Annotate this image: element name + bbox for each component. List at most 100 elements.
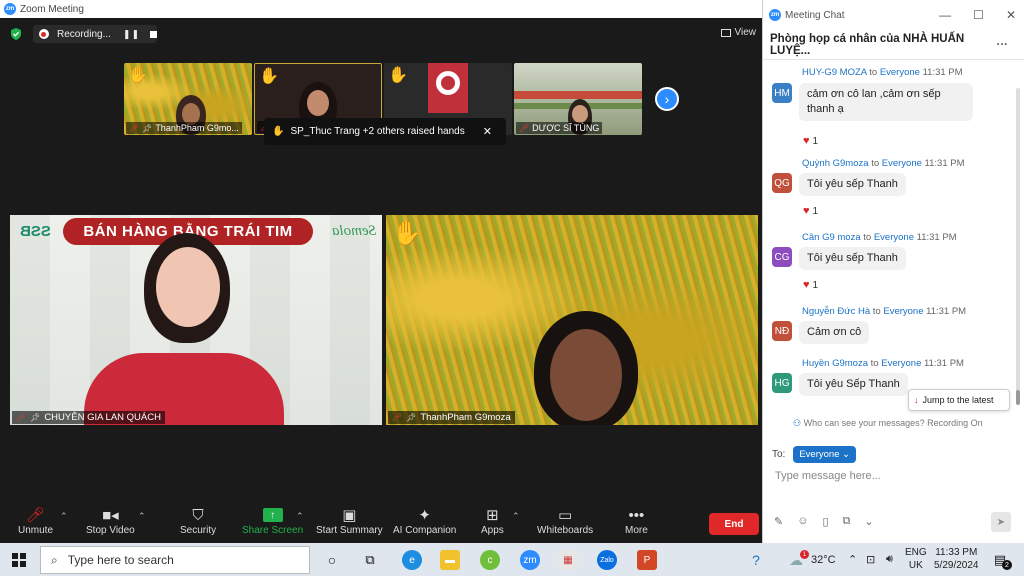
summary-icon: ▣ xyxy=(342,507,357,524)
more-options-icon[interactable]: ··· xyxy=(997,39,1009,51)
temperature[interactable]: 32°C xyxy=(811,543,836,576)
send-icon: ➤ xyxy=(996,516,1006,528)
close-icon[interactable]: ✕ xyxy=(483,125,492,138)
share-screen-button[interactable]: ↑ Share Screen xyxy=(242,505,303,536)
powerpoint-icon[interactable]: P xyxy=(637,550,657,570)
avatar: HG xyxy=(772,373,792,393)
pin-icon: 📌︎ xyxy=(30,413,41,422)
reaction[interactable]: ♥ 1 xyxy=(803,135,818,147)
zoom-app-icon[interactable]: zm xyxy=(520,550,540,570)
screenshot-icon[interactable]: ⧉ xyxy=(843,515,851,528)
cortana-icon[interactable]: ○ xyxy=(322,550,342,570)
end-meeting-button[interactable]: End xyxy=(709,513,759,535)
recording-dot-icon xyxy=(39,29,49,39)
message-meta: Quỳnh G9moza to Everyone 11:31 PM xyxy=(802,158,965,169)
message-meta: Huyền G9moza to Everyone 11:31 PM xyxy=(802,358,964,369)
pin-icon: 📌︎ xyxy=(406,413,417,422)
participant-thumbnail[interactable]: 🎤︎ DƯỢC SĨ TÙNG xyxy=(514,63,642,135)
file-icon[interactable]: ▯ xyxy=(822,515,828,528)
close-icon[interactable]: ✕ xyxy=(1006,8,1016,22)
chat-message-list[interactable]: HM HUY-G9 MOZA to Everyone 11:31 PM cảm … xyxy=(763,62,1013,412)
unmute-button[interactable]: 🎤︎ Unmute xyxy=(18,505,53,536)
sparkle-icon: ✦ xyxy=(418,507,431,524)
edge-icon[interactable]: e xyxy=(402,550,422,570)
more-button[interactable]: ••• More xyxy=(625,505,648,537)
jump-to-latest-button[interactable]: ↓ Jump to the latest xyxy=(908,389,1010,411)
grid-app-icon[interactable]: ▦ xyxy=(558,550,578,570)
chat-tools: ✎ ☺ ▯ ⧉ ⌄ xyxy=(774,515,874,528)
raised-hand-icon: ✋ xyxy=(388,67,408,84)
raised-hand-icon: ✋ xyxy=(128,67,148,84)
shield-icon: ⛉ xyxy=(192,506,204,524)
security-button[interactable]: ⛉ Security xyxy=(180,505,216,537)
recording-label: Recording... xyxy=(56,28,111,40)
participant-thumbnail[interactable]: ✋ 🎤︎ 📌︎ ThanhPham G9mo... xyxy=(124,63,252,135)
chat-scrollbar-thumb[interactable] xyxy=(1016,390,1020,405)
windows-start-icon[interactable] xyxy=(12,553,26,567)
participant-name-label: 🎤︎ 📌︎ ThanhPham G9moza xyxy=(388,411,515,424)
ai-companion-button[interactable]: ✦ AI Companion xyxy=(393,505,456,536)
apps-button[interactable]: ⊞ Apps xyxy=(481,505,504,536)
next-page-button[interactable]: › xyxy=(655,87,679,111)
raised-hands-notification[interactable]: ✋ SP_Thuc Trang +2 others raised hands ✕ xyxy=(264,118,506,145)
send-button[interactable]: ➤ xyxy=(991,512,1011,532)
chevron-right-icon: › xyxy=(664,91,670,107)
file-explorer-icon[interactable]: ▬ xyxy=(440,550,460,570)
start-summary-button[interactable]: ▣ Start Summary xyxy=(316,505,383,536)
meeting-topbar: Recording... ❚❚ View xyxy=(0,23,762,45)
chat-scrollbar[interactable] xyxy=(1016,88,1020,398)
view-button[interactable]: View xyxy=(720,27,756,38)
message-input[interactable]: Type message here... xyxy=(775,470,881,482)
avatar: CG xyxy=(772,247,792,267)
chevron-up-icon[interactable]: ⌃ xyxy=(138,511,146,522)
whiteboard-icon: ▭ xyxy=(557,507,573,524)
zoom-logo-icon: zm xyxy=(769,9,781,21)
raised-hand-icon: ✋ xyxy=(392,220,422,247)
stop-video-button[interactable]: ■◂ Stop Video xyxy=(86,505,135,536)
meeting-chat-window: zm Meeting Chat — ☐ ✕ Phòng họp cá nhân … xyxy=(762,0,1024,543)
zoom-meeting-window: zm Zoom Meeting Recording... ❚❚ View ✋ 🎤… xyxy=(0,0,762,543)
chevron-up-icon[interactable]: ⌃ xyxy=(848,543,857,576)
language-indicator[interactable]: ENG UK xyxy=(905,546,927,572)
maximize-icon[interactable]: ☐ xyxy=(973,8,984,22)
raised-hands-text: SP_Thuc Trang +2 others raised hands xyxy=(290,126,465,137)
zalo-icon[interactable]: Zalo xyxy=(597,550,617,570)
avatar: HM xyxy=(772,83,792,103)
whiteboards-button[interactable]: ▭ Whiteboards xyxy=(537,505,593,536)
network-icon[interactable]: ⊡ xyxy=(866,543,875,576)
minimize-icon[interactable]: — xyxy=(939,8,951,22)
muted-mic-icon: 🎤︎ xyxy=(519,123,530,133)
video-camera-icon: ■◂ xyxy=(102,507,119,524)
muted-mic-icon: 🎤︎ xyxy=(392,413,403,422)
muted-mic-icon: 🎤︎ xyxy=(129,123,140,133)
chevron-up-icon[interactable]: ⌃ xyxy=(512,511,520,522)
speaker-tile[interactable]: SSB BÁN HÀNG BẰNG TRÁI TIM Semola 🎤︎ 📌︎ … xyxy=(10,215,382,425)
help-icon[interactable]: ? xyxy=(746,550,766,570)
chat-window-title: Meeting Chat xyxy=(785,9,845,21)
stop-recording-icon[interactable] xyxy=(150,30,157,38)
chevron-down-icon[interactable]: ⌄ xyxy=(864,515,873,528)
chat-room-title: Phòng họp cá nhân của NHÀ HUẤN LUYỆ... xyxy=(770,32,965,57)
meeting-toolbar: 🎤︎ Unmute ⌃ ■◂ Stop Video ⌃ ⛉ Security ↑… xyxy=(0,503,762,543)
taskbar-clock[interactable]: 11:33 PM 5/29/2024 xyxy=(934,546,979,572)
encryption-shield-icon[interactable] xyxy=(9,27,23,41)
chevron-up-icon[interactable]: ⌃ xyxy=(60,511,68,522)
pause-recording-icon[interactable]: ❚❚ xyxy=(123,29,140,40)
recipient-select[interactable]: Everyone ⌄ xyxy=(793,446,857,463)
coccoc-icon[interactable]: c xyxy=(480,550,500,570)
volume-icon[interactable]: 🔊︎ xyxy=(886,543,893,576)
task-view-icon[interactable]: ⧉ xyxy=(360,550,380,570)
avatar: NĐ xyxy=(772,321,792,341)
chevron-up-icon[interactable]: ⌃ xyxy=(296,511,304,522)
reaction[interactable]: ♥ 1 xyxy=(803,279,818,291)
reaction[interactable]: ♥ 1 xyxy=(803,205,818,217)
participant-tile[interactable]: ✋ 🎤︎ 📌︎ ThanhPham G9moza xyxy=(386,215,758,425)
search-icon: ⌕ xyxy=(51,552,58,567)
brand-left: SSB xyxy=(20,223,51,240)
chevron-down-icon: ⌄ xyxy=(842,449,851,460)
message-visibility-note[interactable]: ⚇ Who can see your messages? Recording O… xyxy=(793,418,983,429)
heart-icon: ♥ xyxy=(803,205,810,217)
emoji-icon[interactable]: ☺ xyxy=(797,515,808,528)
taskbar-search[interactable]: ⌕ Type here to search xyxy=(40,546,310,574)
format-text-icon[interactable]: ✎ xyxy=(774,515,783,528)
